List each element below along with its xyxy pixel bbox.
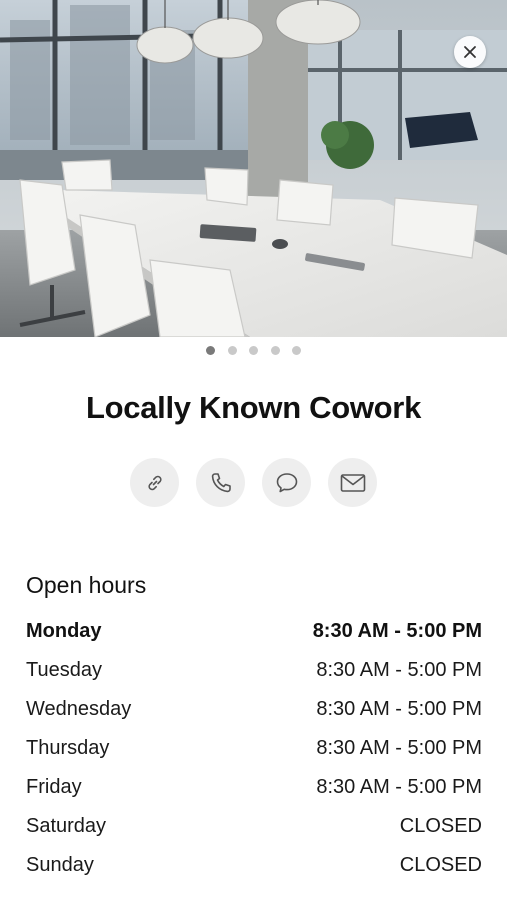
page-dot-4[interactable] [270, 346, 280, 355]
day-label: Tuesday [26, 659, 102, 681]
day-label: Saturday [26, 815, 107, 837]
hours-row-monday: Monday 8:30 AM - 5:00 PM [26, 612, 482, 651]
day-label: Thursday [26, 737, 110, 759]
call-button[interactable] [196, 458, 245, 507]
page-dot-2[interactable] [227, 346, 237, 355]
day-label: Monday [26, 620, 102, 642]
hours-row-tuesday: Tuesday 8:30 AM - 5:00 PM [26, 651, 482, 690]
message-button[interactable] [262, 458, 311, 507]
contact-actions [0, 458, 507, 507]
close-button[interactable] [454, 36, 486, 68]
hours-row-saturday: Saturday CLOSED [26, 807, 482, 846]
mail-icon [340, 473, 365, 492]
day-hours: CLOSED [399, 854, 482, 876]
day-label: Friday [26, 776, 82, 798]
hours-row-sunday: Sunday CLOSED [26, 846, 482, 885]
day-label: Sunday [26, 854, 94, 876]
email-button[interactable] [328, 458, 377, 507]
day-hours: CLOSED [399, 815, 482, 837]
day-hours: 8:30 AM - 5:00 PM [312, 620, 482, 642]
day-hours: 8:30 AM - 5:00 PM [316, 737, 482, 759]
link-icon [147, 475, 162, 490]
carousel-page-indicator[interactable] [0, 346, 507, 356]
hours-row-thursday: Thursday 8:30 AM - 5:00 PM [26, 729, 482, 768]
page-dot-3[interactable] [249, 346, 258, 355]
day-hours: 8:30 AM - 5:00 PM [316, 698, 482, 720]
hours-row-friday: Friday 8:30 AM - 5:00 PM [26, 768, 482, 807]
phone-icon [211, 472, 231, 492]
close-icon [464, 46, 476, 58]
page-dot-1[interactable] [206, 346, 215, 355]
place-name: Locally Known Cowork [85, 390, 422, 425]
day-hours: 8:30 AM - 5:00 PM [316, 776, 482, 798]
chat-bubble-icon [276, 472, 297, 492]
hours-row-wednesday: Wednesday 8:30 AM - 5:00 PM [26, 690, 482, 729]
day-hours: 8:30 AM - 5:00 PM [316, 659, 482, 681]
conference-room-image [0, 0, 507, 337]
open-hours-list: Monday 8:30 AM - 5:00 PM Tuesday 8:30 AM… [26, 612, 482, 885]
website-button[interactable] [130, 458, 179, 507]
hero-photo[interactable] [0, 0, 507, 337]
open-hours-heading: Open hours [26, 572, 147, 598]
page-dot-5[interactable] [292, 346, 301, 355]
day-label: Wednesday [26, 698, 132, 720]
